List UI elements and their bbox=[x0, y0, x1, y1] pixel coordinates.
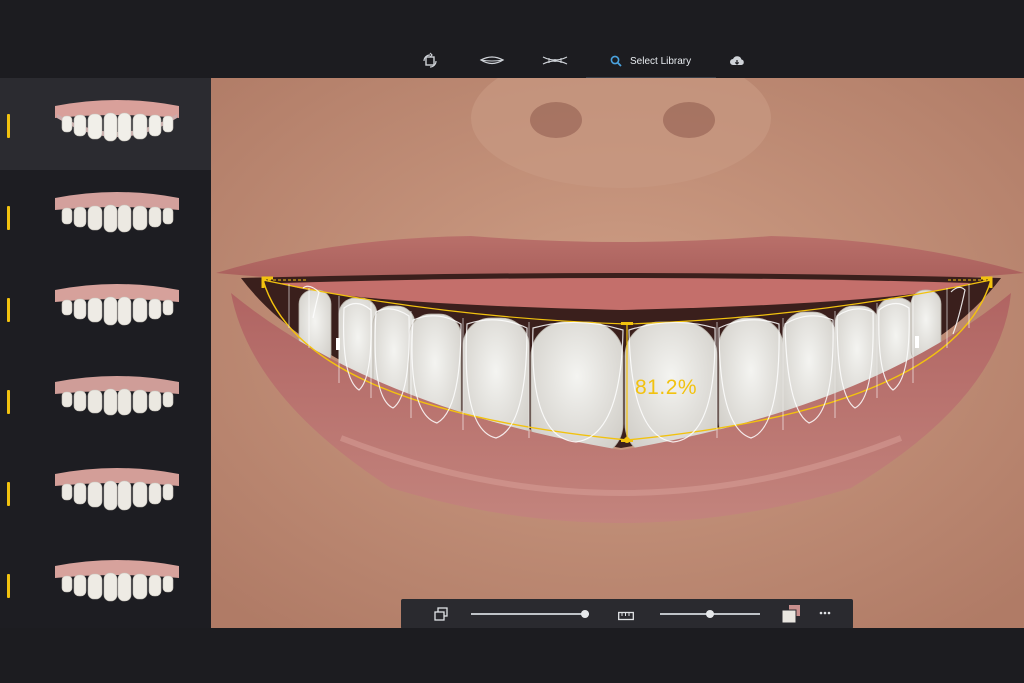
smile-library-sidebar bbox=[0, 78, 211, 628]
smile-thumbnail bbox=[55, 468, 179, 511]
smile-photo-canvas[interactable]: 81.2% bbox=[211, 78, 1024, 628]
color-swatch-button[interactable] bbox=[781, 604, 801, 629]
ruler-button[interactable] bbox=[618, 608, 634, 626]
smile-thumbnail bbox=[55, 560, 179, 602]
selection-marker bbox=[7, 206, 10, 230]
smile-thumbnail bbox=[55, 100, 179, 142]
smile-design-overlay bbox=[261, 276, 993, 443]
cloud-download-button[interactable] bbox=[728, 50, 746, 72]
smile-thumbnail bbox=[55, 192, 179, 233]
library-item-6[interactable] bbox=[0, 538, 211, 630]
selection-marker bbox=[7, 574, 10, 598]
library-item-2[interactable] bbox=[0, 170, 211, 262]
smile-curve-icon bbox=[542, 56, 568, 65]
top-toolbar: Select Library bbox=[0, 0, 1024, 79]
library-item-3[interactable] bbox=[0, 262, 211, 354]
size-slider-thumb[interactable] bbox=[706, 610, 714, 618]
library-item-4[interactable] bbox=[0, 354, 211, 446]
ruler-icon bbox=[618, 611, 634, 621]
smile-curve-button[interactable] bbox=[541, 50, 569, 72]
bottom-background bbox=[0, 628, 1024, 683]
smile-thumbnail bbox=[55, 376, 179, 416]
selection-marker bbox=[7, 482, 10, 506]
more-options-button[interactable] bbox=[819, 607, 831, 619]
select-library-tab[interactable]: Select Library bbox=[586, 50, 716, 79]
lip-line-button[interactable] bbox=[478, 50, 506, 72]
library-item-1[interactable] bbox=[0, 78, 211, 170]
cloud-download-icon bbox=[730, 56, 744, 65]
more-icon bbox=[819, 611, 831, 615]
layers-button[interactable] bbox=[434, 607, 448, 626]
rotate-crop-icon bbox=[423, 52, 437, 68]
opacity-slider[interactable] bbox=[471, 613, 589, 615]
rotate-crop-button[interactable] bbox=[420, 50, 440, 72]
library-item-5[interactable] bbox=[0, 446, 211, 538]
select-library-label: Select Library bbox=[630, 55, 692, 67]
selection-marker bbox=[7, 114, 10, 138]
selection-marker bbox=[7, 390, 10, 414]
smile-thumbnail bbox=[55, 284, 179, 326]
lip-line-icon bbox=[479, 56, 505, 65]
search-icon bbox=[610, 55, 622, 67]
color-swatch-icon bbox=[781, 605, 800, 624]
opacity-slider-thumb[interactable] bbox=[581, 610, 590, 618]
adjustment-toolbar bbox=[401, 599, 853, 629]
layers-icon bbox=[434, 607, 448, 621]
width-height-ratio-label: 81.2% bbox=[635, 376, 698, 399]
selection-marker bbox=[7, 298, 10, 322]
